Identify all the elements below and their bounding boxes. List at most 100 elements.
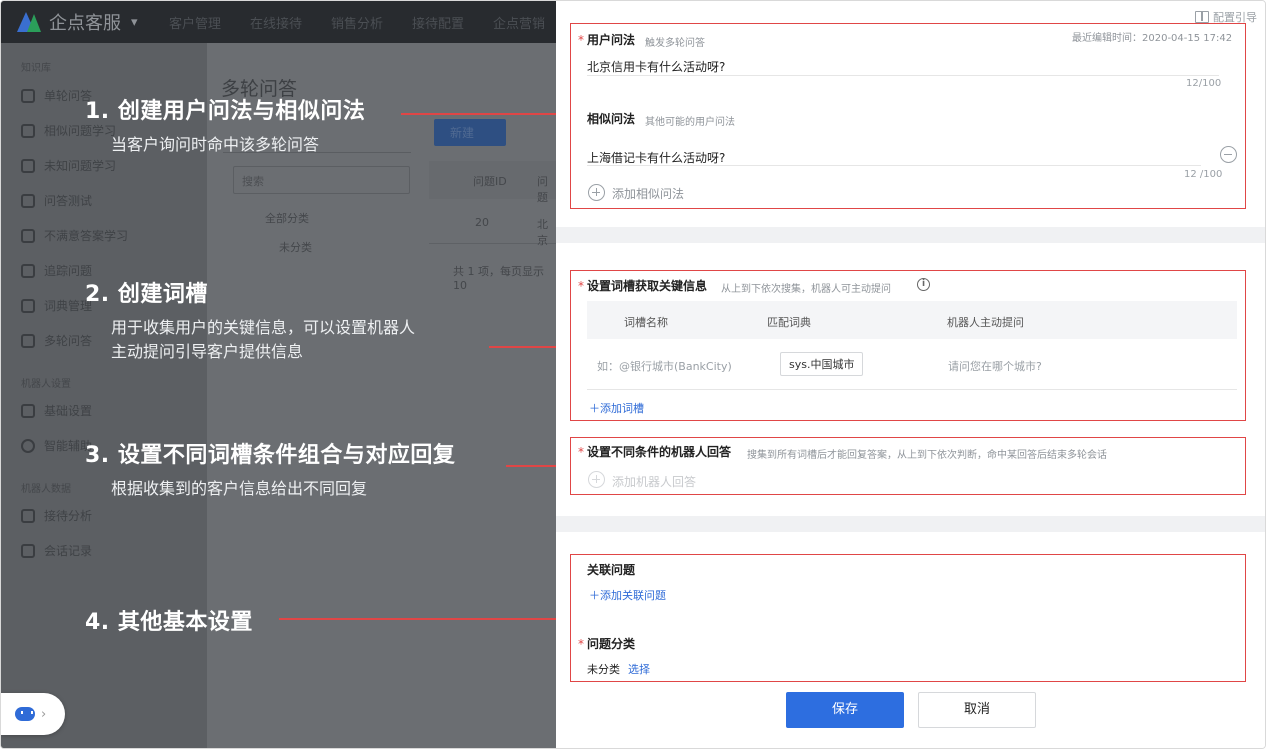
annotation-step-4: 4. 其他基本设置	[85, 604, 253, 636]
top-nav-item[interactable]: 企点营销	[493, 13, 556, 32]
answers-hint: 搜集到所有词槽后才能回复答案，从上到下依次判断，命中某回答后结束多轮会话	[747, 450, 1107, 461]
bulb-icon	[21, 438, 35, 453]
sidebar-item-multi-turn[interactable]: 多轮问答	[21, 332, 92, 349]
sidebar-group-label: 机器人数据	[21, 484, 71, 495]
input-underline	[587, 75, 1219, 76]
sidebar-item[interactable]: 未知问题学习	[21, 157, 116, 174]
doc-icon	[21, 228, 35, 243]
table-cell: 北京	[537, 218, 548, 247]
info-icon[interactable]: i	[917, 278, 930, 291]
input-underline	[587, 165, 1201, 166]
add-answer-button[interactable]: 添加机器人回答	[612, 473, 696, 490]
chat-icon	[21, 333, 35, 348]
annotation-step-1: 1. 创建用户问法与相似问法 当客户询问时命中该多轮问答	[85, 93, 365, 157]
doc-icon	[21, 158, 35, 173]
add-related-question-button[interactable]: ＋添加关联问题	[589, 587, 666, 603]
add-circle-icon[interactable]	[588, 184, 605, 201]
add-slot-button[interactable]: ＋添加词槽	[589, 400, 644, 416]
plus-icon: ＋	[589, 402, 600, 415]
add-similar-question-button[interactable]: 添加相似问法	[612, 185, 684, 202]
similar-question-hint: 其他可能的用户问法	[645, 117, 735, 128]
table-cell: 20	[475, 216, 489, 229]
sidebar-item[interactable]: 智能辅助	[21, 437, 92, 454]
slots-hint: 从上到下依次搜集，机器人可主动提问	[721, 284, 891, 295]
sidebar-group-label: 机器人设置	[21, 379, 71, 390]
user-question-input[interactable]: 北京信用卡有什么活动呀?	[587, 58, 725, 75]
tree-node[interactable]: 全部分类	[265, 210, 309, 226]
remove-icon[interactable]	[1220, 146, 1237, 163]
chat-icon	[21, 543, 35, 558]
chat-icon	[21, 193, 35, 208]
slots-table-header	[587, 301, 1237, 339]
annotation-subtitle: 用于收集用户的关键信息，可以设置机器人 主动提问引导客户提供信息	[111, 318, 416, 361]
logo-text: 企点客服	[49, 13, 121, 34]
sidebar-item[interactable]: 问答测试	[21, 192, 92, 209]
dictionary-tag[interactable]: sys.中国城市	[780, 352, 864, 376]
table-header-cell: 词槽名称	[624, 316, 668, 329]
logo-icon	[17, 10, 43, 34]
sidebar-item[interactable]: 追踪问题	[21, 262, 92, 279]
doc-icon	[21, 263, 35, 278]
section-divider	[556, 516, 1265, 532]
search-input[interactable]: 搜索	[233, 166, 410, 194]
char-counter: 12 /100	[1184, 169, 1223, 180]
table-header-cell: 匹配词典	[767, 316, 811, 329]
char-counter: 12/100	[1186, 78, 1222, 89]
select-category-link[interactable]: 选择	[628, 661, 650, 677]
similar-question-input[interactable]: 上海借记卡有什么活动呀?	[587, 149, 725, 166]
book-icon	[1195, 11, 1209, 23]
add-circle-icon[interactable]	[588, 471, 605, 488]
top-nav: 客户管理 在线接待 销售分析 接待配置 企点营销	[169, 13, 556, 32]
sidebar-group-label: 知识库	[21, 63, 51, 74]
table-header-cell: 机器人主动提问	[947, 316, 1024, 329]
chart-icon	[21, 508, 35, 523]
connector-line	[401, 113, 571, 115]
chevron-down-icon: ▾	[131, 14, 138, 30]
slot-name-input[interactable]: 如：@银行城市(BankCity)	[597, 358, 732, 374]
related-questions-label: 关联问题	[587, 563, 636, 577]
connector-line	[279, 618, 571, 620]
top-nav-item[interactable]: 在线接待	[250, 13, 331, 32]
top-nav-item[interactable]: 销售分析	[331, 13, 412, 32]
table-header-cell: 问题ID	[473, 175, 507, 188]
annotation-step-2: 2. 创建词槽 用于收集用户的关键信息，可以设置机器人 主动提问引导客户提供信息	[85, 276, 415, 364]
top-nav-item[interactable]: 客户管理	[169, 13, 250, 32]
annotation-step-3: 3. 设置不同词槽条件组合与对应回复 根据收集到的客户信息给出不同回复	[85, 437, 455, 501]
sidebar-item[interactable]: 单轮问答	[21, 87, 92, 104]
section-divider	[556, 227, 1265, 243]
category-value: 未分类	[587, 663, 620, 676]
robot-assistant-button[interactable]: ›	[1, 693, 65, 735]
chevron-right-icon: ›	[41, 706, 47, 722]
dictionary-icon	[21, 298, 35, 313]
robot-icon	[15, 707, 35, 721]
gear-icon	[21, 403, 35, 418]
screenshot-frame: 企点客服 ▾ 客户管理 在线接待 销售分析 接待配置 企点营销 知识库 单轮问答…	[0, 0, 1266, 749]
doc-icon	[21, 123, 35, 138]
tree-node[interactable]: 未分类	[279, 239, 312, 255]
save-button[interactable]: 保存	[786, 692, 904, 728]
logo[interactable]: 企点客服 ▾	[17, 9, 138, 35]
sidebar-item[interactable]: 基础设置	[21, 402, 92, 419]
sidebar-item[interactable]: 不满意答案学习	[21, 227, 128, 244]
user-question-hint: 触发多轮问答	[645, 38, 705, 49]
pager-text: 共 1 项，每页显示 10	[453, 265, 544, 292]
category-label: * 问题分类	[578, 637, 636, 651]
sidebar-item[interactable]: 词典管理	[21, 297, 92, 314]
annotation-title: 3. 设置不同词槽条件组合与对应回复	[85, 443, 456, 468]
doc-icon	[21, 88, 35, 103]
new-button[interactable]: 新建	[434, 119, 506, 146]
annotation-title: 1. 创建用户问法与相似问法	[85, 99, 366, 124]
top-nav-item[interactable]: 接待配置	[412, 13, 493, 32]
sidebar-item[interactable]: 会话记录	[21, 542, 92, 559]
user-question-label: * 用户问法	[578, 33, 636, 47]
cancel-button[interactable]: 取消	[918, 692, 1036, 728]
basic-settings-section	[570, 554, 1246, 682]
annotation-subtitle: 当客户询问时命中该多轮问答	[111, 135, 320, 154]
sidebar-item[interactable]: 接待分析	[21, 507, 92, 524]
plus-icon: ＋	[589, 589, 600, 602]
last-edit-time: 最近编辑时间：2020-04-15 17:42	[1072, 33, 1233, 44]
form-panel: 配置引导 * 用户问法 触发多轮问答 最近编辑时间：2020-04-15 17:4…	[556, 1, 1265, 748]
slots-label: * 设置词槽获取关键信息	[578, 279, 708, 293]
slot-prompt-input[interactable]: 请问您在哪个城市?	[948, 358, 1042, 374]
annotation-subtitle: 根据收集到的客户信息给出不同回复	[111, 479, 368, 498]
